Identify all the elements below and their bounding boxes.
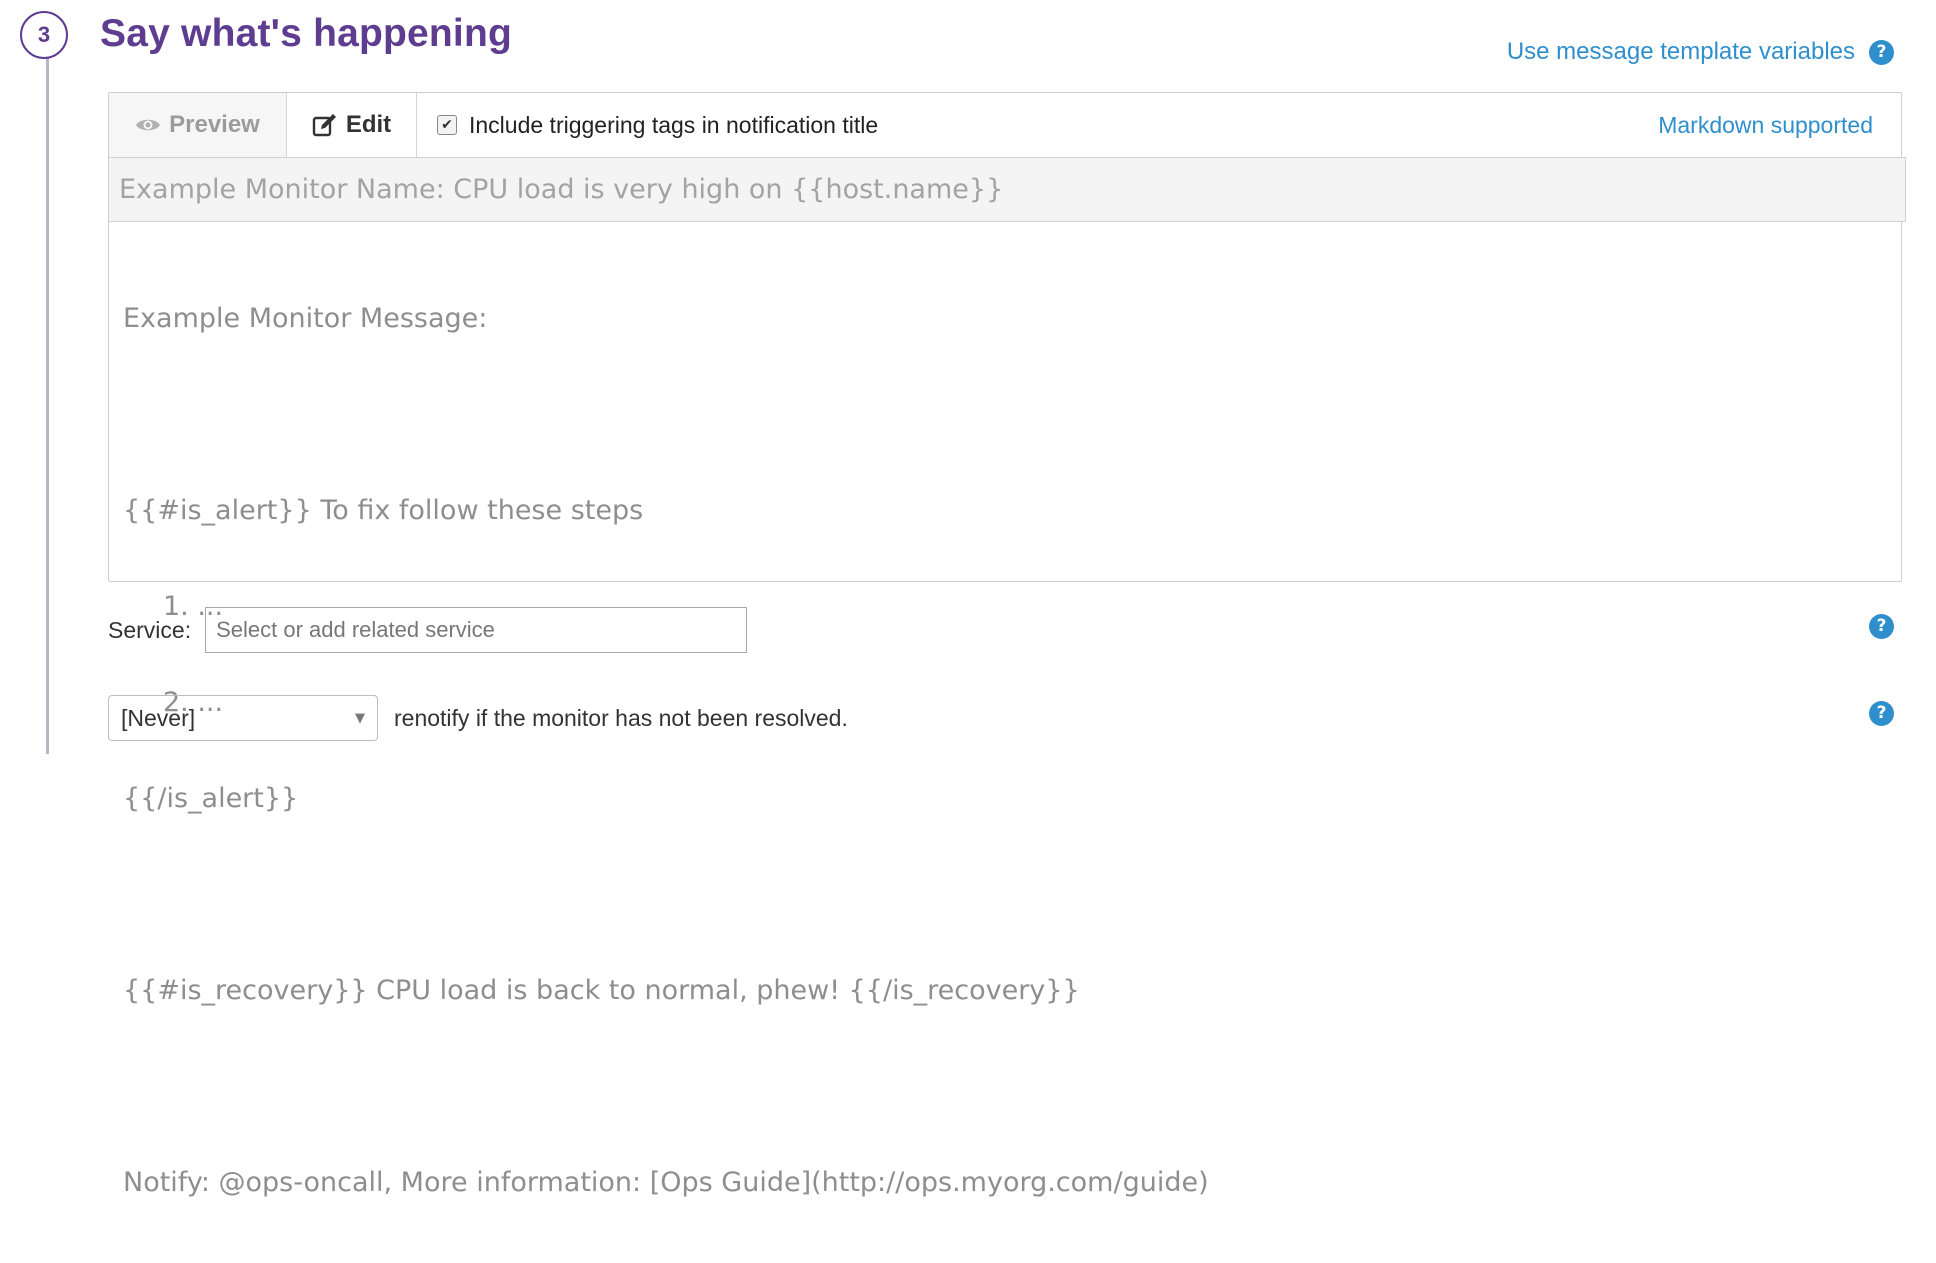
include-tags-checkbox[interactable]: ✔: [437, 115, 457, 135]
step-number-badge: 3: [20, 11, 68, 59]
service-input[interactable]: Select or add related service: [205, 607, 748, 653]
tab-preview-label: Preview: [169, 111, 260, 138]
help-icon[interactable]: ?: [1869, 39, 1894, 65]
message-line: {{/is_alert}}: [123, 783, 299, 814]
eye-icon: [135, 116, 161, 134]
message-line: [123, 879, 1887, 911]
include-tags-option[interactable]: ✔ Include triggering tags in notificatio…: [417, 93, 878, 157]
template-variables-link[interactable]: Use message template variables ?: [1507, 38, 1894, 66]
renotify-help-icon[interactable]: ?: [1869, 701, 1894, 726]
renotify-description: renotify if the monitor has not been res…: [394, 704, 848, 731]
message-line: {{#is_recovery}} CPU load is back to nor…: [123, 975, 1080, 1006]
tab-edit[interactable]: Edit: [287, 93, 417, 157]
edit-icon: [312, 113, 338, 137]
renotify-select-value: [Never]: [121, 704, 196, 731]
service-label: Service:: [108, 616, 192, 643]
template-variables-link-label[interactable]: Use message template variables: [1507, 38, 1855, 66]
message-line: {{#is_alert}} To fix follow these steps: [123, 495, 644, 526]
include-tags-label: Include triggering tags in notification …: [469, 111, 879, 138]
notification-title-input[interactable]: Example Monitor Name: CPU load is very h…: [109, 157, 1906, 222]
markdown-supported-link[interactable]: Markdown supported: [1658, 93, 1901, 157]
message-line: Notify: @ops-oncall, More information: […: [123, 1167, 1209, 1198]
message-line: [123, 1071, 1887, 1103]
service-row: Service: Select or add related service: [108, 607, 748, 653]
step-timeline-line: [46, 54, 49, 754]
message-line: [123, 399, 1887, 431]
message-line: Example Monitor Message:: [123, 303, 488, 334]
renotify-row: [Never] ▼ renotify if the monitor has no…: [108, 695, 848, 741]
service-help-icon[interactable]: ?: [1869, 614, 1894, 639]
tab-edit-label: Edit: [345, 111, 392, 138]
editor-tabbar: Preview Edit ✔ Include triggering tags i…: [109, 93, 1901, 158]
message-editor: Preview Edit ✔ Include triggering tags i…: [108, 92, 1906, 1198]
notification-message-textarea[interactable]: Example Monitor Message: {{#is_alert}} T…: [123, 239, 1887, 1263]
renotify-select[interactable]: [Never] ▼: [108, 695, 378, 741]
chevron-down-icon: ▼: [355, 710, 365, 726]
section-title: Say what's happening: [100, 12, 513, 55]
tab-preview[interactable]: Preview: [109, 93, 287, 157]
